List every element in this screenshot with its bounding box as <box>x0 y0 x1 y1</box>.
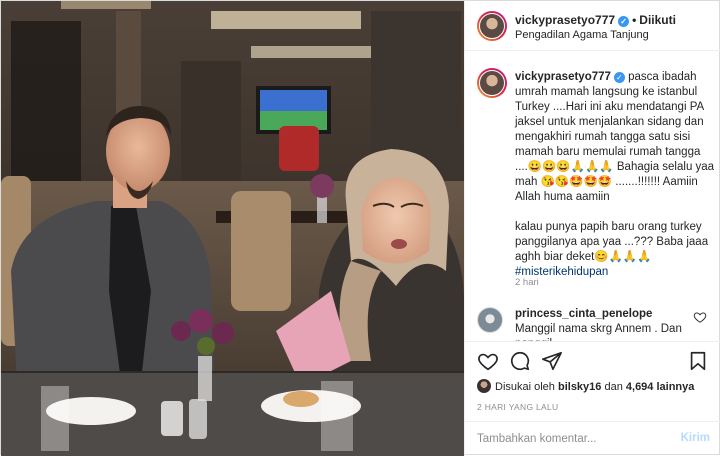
caption-username[interactable]: vickyprasetyo777 <box>515 71 611 83</box>
verified-badge-icon: ✓ <box>613 72 625 83</box>
heart-icon[interactable] <box>477 350 499 372</box>
instagram-post: vickyprasetyo777 ✓ • Diikuti Pengadilan Aga… <box>0 0 720 456</box>
comment-like-heart-icon[interactable] <box>693 310 707 324</box>
bookmark-icon[interactable] <box>687 350 709 372</box>
action-bar <box>465 341 720 379</box>
commenter-username[interactable]: princess_cinta_penelope <box>515 308 652 320</box>
caption-text-2: kalau punya papih baru orang turkey pang… <box>515 221 709 263</box>
author-username[interactable]: vickyprasetyo777 <box>515 13 615 27</box>
commenter-avatar[interactable] <box>477 307 503 333</box>
likes-prefix: Disukai oleh <box>495 381 555 393</box>
post-date[interactable]: 2 HARI YANG LALU <box>477 402 559 412</box>
follow-status-button[interactable]: Diikuti <box>639 13 676 27</box>
comments-section[interactable]: vickyprasetyo777 ✓ pasca ibadah umrah mam… <box>465 51 720 341</box>
comment-input[interactable] <box>477 430 667 448</box>
caption-author-avatar[interactable] <box>477 68 507 98</box>
comment-item: princess_cinta_penelope Manggil nama skr… <box>515 307 693 341</box>
separator-dot: • <box>632 13 637 27</box>
author-avatar[interactable] <box>477 11 507 41</box>
likes-count[interactable]: 4,694 lainnya <box>626 381 695 393</box>
liker-avatar[interactable] <box>477 379 491 393</box>
post-image <box>1 1 464 456</box>
comment-icon[interactable] <box>509 350 531 372</box>
likes-summary: Disukai oleh bilsky16 dan 4,694 lainnya <box>477 379 694 397</box>
caption-text-1: pasca ibadah umrah mamah langsung ke ist… <box>515 71 715 203</box>
add-comment-bar: Kirim <box>465 421 720 456</box>
post-comment-button[interactable]: Kirim <box>681 432 710 444</box>
caption: vickyprasetyo777 ✓ pasca ibadah umrah mam… <box>515 70 715 280</box>
post-details-panel: vickyprasetyo777 ✓ • Diikuti Pengadilan Aga… <box>464 1 720 456</box>
caption-time[interactable]: 2 hari <box>515 277 539 288</box>
location-link[interactable]: Pengadilan Agama Tanjung <box>515 29 649 41</box>
post-photo[interactable] <box>1 1 464 456</box>
post-header: vickyprasetyo777 ✓ • Diikuti Pengadilan Aga… <box>465 1 720 51</box>
verified-badge-icon: ✓ <box>618 16 630 27</box>
liker-username[interactable]: bilsky16 <box>558 381 601 393</box>
comment-text: Manggil nama skrg Annem . Dan panggil <box>515 323 682 341</box>
likes-connector: dan <box>604 381 623 393</box>
share-icon[interactable] <box>541 350 563 372</box>
header-user-line: vickyprasetyo777 ✓ • Diikuti <box>515 13 676 27</box>
